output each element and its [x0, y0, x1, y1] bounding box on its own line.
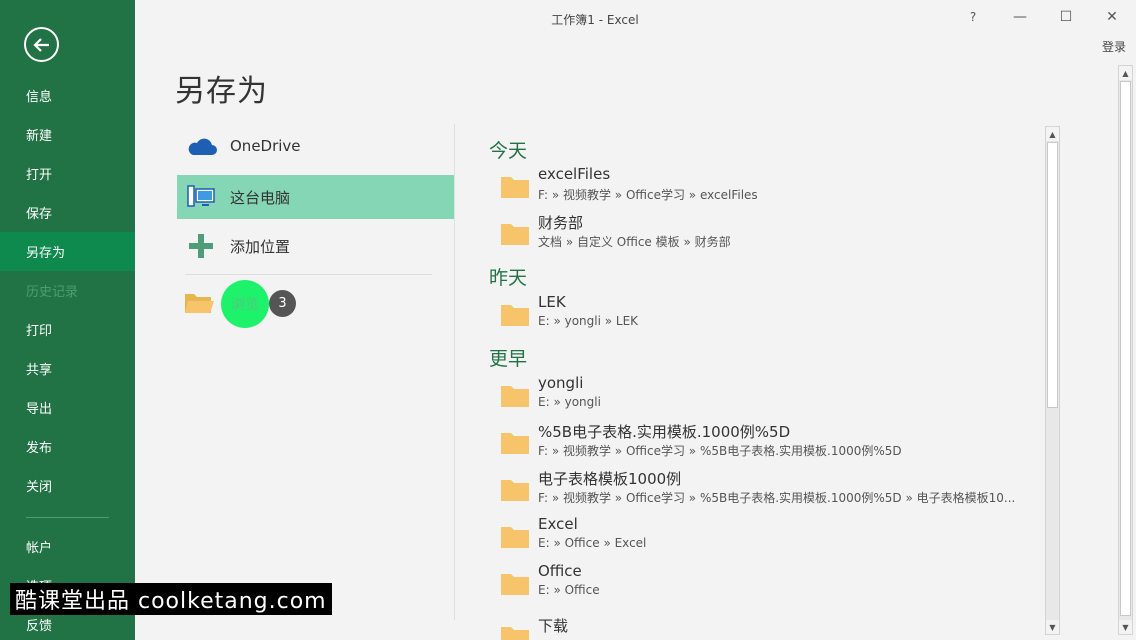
folder-name: yongli	[538, 374, 584, 392]
scroll-down-icon[interactable]: ▼	[1046, 620, 1059, 634]
recent-folder[interactable]: excelFiles F: » 视频教学 » Office学习 » excelF…	[501, 165, 1041, 209]
page-title: 另存为	[175, 74, 268, 109]
save-as-panel: 工作簿1 - Excel ? — ☐ ✕ 登录 另存为 OneDrive 这台电…	[135, 0, 1136, 640]
recent-folder[interactable]: Excel E: » Office » Excel	[501, 515, 1041, 559]
plus-icon	[179, 224, 223, 268]
scroll-up-icon[interactable]: ▲	[1046, 127, 1059, 141]
back-button[interactable]	[24, 27, 59, 62]
nav-info[interactable]: 信息	[0, 76, 135, 115]
folder-path: 文档 » 自定义 Office 模板 » 财务部	[538, 235, 731, 249]
location-onedrive[interactable]: OneDrive	[177, 124, 454, 168]
scroll-thumb[interactable]	[1120, 81, 1131, 616]
folder-path: F: » 视频教学 » Office学习 » %5B电子表格.实用模板.1000…	[538, 444, 902, 458]
folder-path: E: » Office » Excel	[538, 536, 647, 550]
recent-folder[interactable]: 下载	[501, 615, 1041, 640]
location-label: 添加位置	[230, 237, 291, 256]
computer-icon	[179, 175, 223, 219]
recent-folder[interactable]: 电子表格模板1000例 F: » 视频教学 » Office学习 » %5B电子…	[501, 468, 1041, 512]
folder-path: F: » 视频教学 » Office学习 » excelFiles	[538, 188, 758, 202]
folder-icon	[501, 224, 529, 245]
recent-folder[interactable]: LEK E: » yongli » LEK	[501, 293, 1041, 337]
folder-name: %5B电子表格.实用模板.1000例%5D	[538, 423, 791, 441]
folder-name: Excel	[538, 515, 578, 533]
folder-path: E: » yongli » LEK	[538, 314, 639, 328]
group-earlier: 更早	[489, 348, 528, 370]
nav-close[interactable]: 关闭	[0, 466, 135, 505]
folder-icon	[501, 433, 529, 454]
nav-export[interactable]: 导出	[0, 388, 135, 427]
close-window-button[interactable]: ✕	[1101, 7, 1123, 27]
arrow-left-icon	[32, 37, 49, 52]
folder-icon	[501, 480, 529, 501]
recent-folder[interactable]: 财务部 文档 » 自定义 Office 模板 » 财务部	[501, 212, 1041, 256]
location-add-place[interactable]: 添加位置	[177, 224, 454, 268]
folder-icon	[501, 386, 529, 407]
backstage-sidebar: 信息 新建 打开 保存 另存为 历史记录 打印 共享 导出 发布 关闭 帐户 选…	[0, 0, 135, 640]
folder-name: 下载	[538, 617, 569, 635]
folder-icon	[501, 305, 529, 326]
browse-button[interactable]: 浏览	[221, 280, 269, 328]
nav-save-as[interactable]: 另存为	[0, 232, 135, 271]
folder-name: Office	[538, 562, 582, 580]
scroll-thumb[interactable]	[1047, 142, 1058, 408]
folder-path: E: » yongli	[538, 395, 601, 409]
minimize-button[interactable]: —	[1009, 7, 1031, 27]
maximize-button[interactable]: ☐	[1055, 7, 1077, 27]
recent-folder[interactable]: %5B电子表格.实用模板.1000例%5D F: » 视频教学 » Office…	[501, 421, 1041, 465]
folder-name: 财务部	[538, 214, 584, 232]
recent-folder[interactable]: yongli E: » yongli	[501, 374, 1041, 418]
cloud-icon	[179, 124, 223, 168]
login-link[interactable]: 登录	[1102, 38, 1126, 55]
nav-publish[interactable]: 发布	[0, 427, 135, 466]
folder-name: 电子表格模板1000例	[538, 470, 682, 488]
nav-open[interactable]: 打开	[0, 154, 135, 193]
folder-icon	[501, 574, 529, 595]
help-button[interactable]: ?	[962, 7, 984, 27]
location-separator	[185, 274, 432, 275]
folder-icon	[501, 177, 529, 198]
folder-icon	[501, 527, 529, 548]
location-label: 这台电脑	[230, 188, 291, 207]
folder-path: E: » Office	[538, 583, 600, 597]
scroll-down-icon[interactable]: ▼	[1119, 620, 1132, 634]
nav-history: 历史记录	[26, 285, 79, 300]
watermark: 酷课堂出品 coolketang.com	[10, 583, 332, 615]
folder-name: LEK	[538, 293, 566, 311]
scroll-up-icon[interactable]: ▲	[1119, 66, 1132, 80]
page-scrollbar[interactable]: ▲ ▼	[1118, 65, 1133, 635]
folder-icon	[501, 627, 529, 640]
group-yesterday: 昨天	[489, 267, 528, 289]
step-badge: 3	[269, 290, 296, 317]
vertical-separator	[454, 124, 455, 620]
folder-path: F: » 视频教学 » Office学习 » %5B电子表格.实用模板.1000…	[538, 491, 1016, 505]
nav-save[interactable]: 保存	[0, 193, 135, 232]
recent-list-scrollbar[interactable]: ▲ ▼	[1045, 126, 1060, 635]
nav-account[interactable]: 帐户	[0, 527, 135, 566]
open-folder-icon	[183, 290, 215, 320]
recent-folder[interactable]: Office E: » Office	[501, 562, 1041, 606]
nav-new[interactable]: 新建	[0, 115, 135, 154]
window-title: 工作簿1 - Excel	[551, 13, 639, 27]
location-label: OneDrive	[230, 137, 301, 155]
group-today: 今天	[489, 140, 528, 162]
folder-name: excelFiles	[538, 165, 611, 183]
nav-share[interactable]: 共享	[0, 349, 135, 388]
nav-print[interactable]: 打印	[0, 310, 135, 349]
nav-divider	[26, 517, 109, 518]
location-this-pc[interactable]: 这台电脑	[177, 175, 454, 219]
